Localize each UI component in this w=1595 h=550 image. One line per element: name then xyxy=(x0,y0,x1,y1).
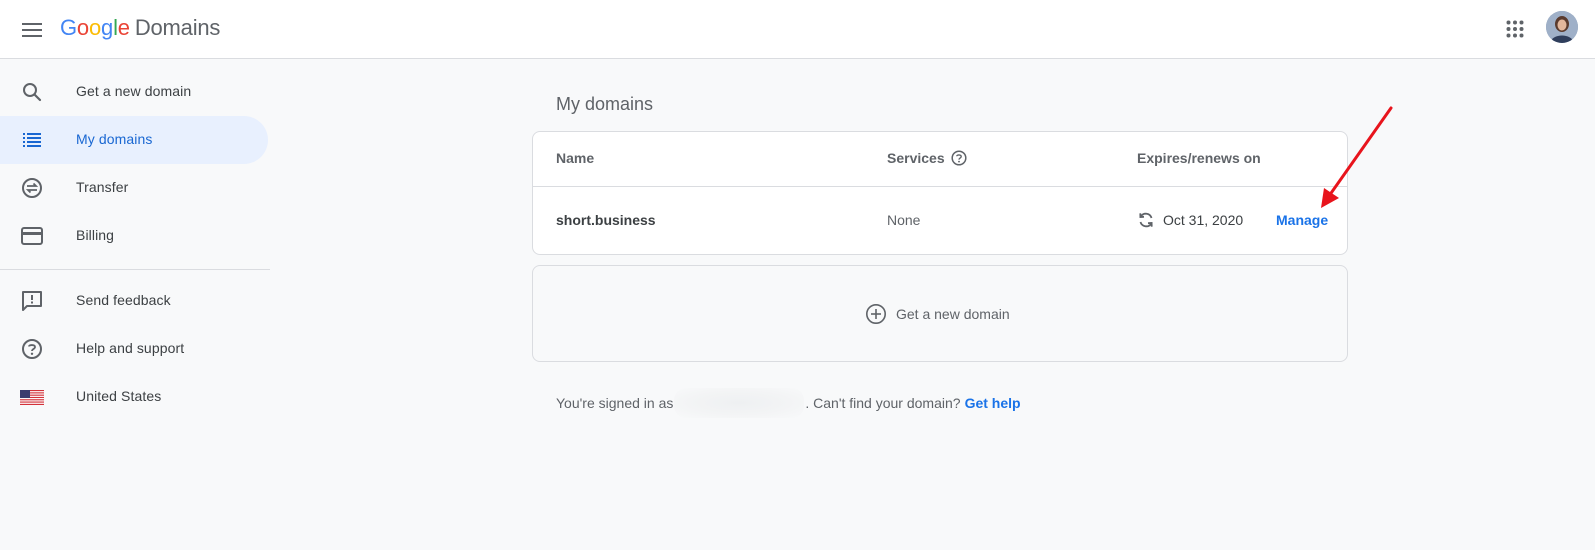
sidebar-item-billing[interactable]: Billing xyxy=(0,212,268,260)
logo-letter: G xyxy=(60,15,77,40)
sidebar-item-label: Billing xyxy=(76,227,115,243)
sidebar-item-label: My domains xyxy=(76,131,153,147)
sidebar-item-united-states[interactable]: United States xyxy=(0,373,268,421)
signed-in-footer: You're signed in as . Can't find your do… xyxy=(556,388,1021,418)
google-domains-logo[interactable]: Google Domains xyxy=(60,12,220,44)
logo-letter: o xyxy=(88,15,102,40)
domain-name: short.business xyxy=(556,212,656,228)
google-apps-grid-icon[interactable] xyxy=(1500,14,1530,44)
product-name: Domains xyxy=(134,15,221,40)
sidebar-item-get-new-domain[interactable]: Get a new domain xyxy=(0,68,268,116)
sidebar-item-label: Send feedback xyxy=(76,292,171,308)
domains-table-card: Name Services Expires/renews on short.bu… xyxy=(532,131,1348,255)
page-title: My domains xyxy=(556,94,654,114)
domain-expiry-date: Oct 31, 2020 xyxy=(1163,212,1244,228)
transfer-icon xyxy=(20,176,44,200)
redacted-email xyxy=(674,388,805,418)
hamburger-menu-icon[interactable] xyxy=(18,16,46,44)
auto-renew-icon xyxy=(1137,211,1155,234)
logo-letter: e xyxy=(117,15,130,40)
add-circle-icon xyxy=(865,303,887,325)
logo-letter: g xyxy=(101,15,114,40)
sidebar-item-label: Transfer xyxy=(76,179,129,195)
credit-card-icon xyxy=(20,224,44,248)
top-app-bar: Google Domains xyxy=(0,0,1595,59)
us-flag-icon xyxy=(20,385,44,409)
sidebar-item-label: United States xyxy=(76,388,162,404)
cant-find-domain-text: . Can't find your domain? xyxy=(805,395,961,411)
account-avatar[interactable] xyxy=(1546,11,1578,43)
manage-domain-link[interactable]: Manage xyxy=(1276,212,1328,228)
column-header-services-label: Services xyxy=(887,150,945,166)
get-new-domain-card[interactable]: Get a new domain xyxy=(532,265,1348,362)
sidebar-divider xyxy=(0,269,270,270)
get-new-domain-label: Get a new domain xyxy=(896,306,1010,322)
sidebar-item-label: Get a new domain xyxy=(76,83,192,99)
signed-in-prefix: You're signed in as xyxy=(556,395,674,411)
list-icon xyxy=(20,128,44,152)
logo-letter: o xyxy=(76,15,89,40)
sidebar-item-help-and-support[interactable]: Help and support xyxy=(0,325,268,373)
sidebar-item-transfer[interactable]: Transfer xyxy=(0,164,268,212)
help-icon xyxy=(20,337,44,361)
feedback-icon xyxy=(20,289,44,313)
annotation-arrow xyxy=(1321,106,1393,208)
sidebar-item-send-feedback[interactable]: Send feedback xyxy=(0,277,268,325)
get-new-domain-content: Get a new domain xyxy=(865,303,1010,325)
sidebar-item-label: Help and support xyxy=(76,340,185,356)
column-header-name: Name xyxy=(556,150,595,166)
help-circle-icon[interactable] xyxy=(951,150,967,166)
column-header-services: Services xyxy=(887,150,967,166)
column-header-expires: Expires/renews on xyxy=(1137,150,1261,166)
domain-services: None xyxy=(887,212,921,228)
search-icon xyxy=(20,80,44,104)
sidebar-item-my-domains[interactable]: My domains xyxy=(0,116,268,164)
table-divider xyxy=(533,186,1347,187)
get-help-link[interactable]: Get help xyxy=(965,395,1021,411)
